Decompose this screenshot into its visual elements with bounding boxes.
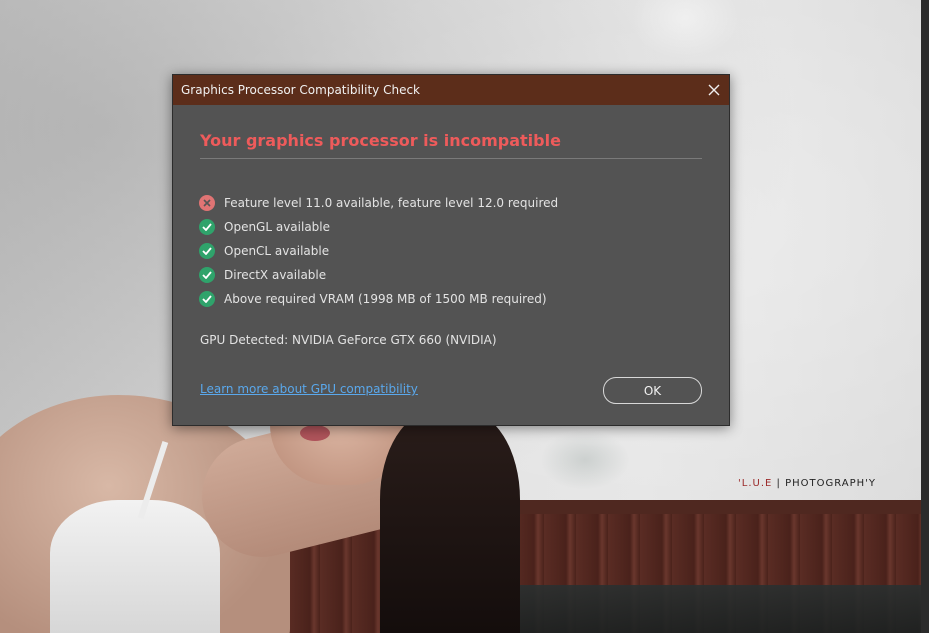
x-circle-icon	[199, 195, 215, 211]
learn-more-link[interactable]: Learn more about GPU compatibility	[200, 382, 418, 396]
person-hair	[380, 410, 520, 633]
check-circle-icon	[199, 219, 215, 235]
feather-decoration	[540, 430, 630, 490]
watermark-text: PHOTOGRAPH'Y	[785, 478, 877, 489]
person-dress	[50, 500, 220, 633]
incompatible-headline: Your graphics processor is incompatible	[200, 131, 561, 150]
watermark-brand: 'L.U.E	[738, 478, 773, 489]
feather-decoration	[630, 0, 740, 60]
check-circle-icon	[199, 243, 215, 259]
check-item-directx: DirectX available	[199, 263, 558, 287]
compatibility-check-list: Feature level 11.0 available, feature le…	[199, 191, 558, 311]
check-label: Feature level 11.0 available, feature le…	[224, 196, 559, 210]
check-item-feature-level: Feature level 11.0 available, feature le…	[199, 191, 558, 215]
check-item-vram: Above required VRAM (1998 MB of 1500 MB …	[199, 287, 558, 311]
window-edge	[921, 0, 929, 633]
check-item-opengl: OpenGL available	[199, 215, 558, 239]
check-item-opencl: OpenCL available	[199, 239, 558, 263]
dialog-title: Graphics Processor Compatibility Check	[181, 83, 420, 97]
check-label: OpenCL available	[224, 244, 330, 258]
ok-button[interactable]: OK	[603, 377, 702, 404]
check-label: OpenGL available	[224, 220, 331, 234]
close-icon	[708, 84, 720, 96]
gpu-detected-text: GPU Detected: NVIDIA GeForce GTX 660 (NV…	[200, 333, 497, 347]
check-circle-icon	[199, 267, 215, 283]
dialog-titlebar[interactable]: Graphics Processor Compatibility Check	[173, 75, 729, 105]
table-surface	[450, 585, 921, 633]
divider	[200, 158, 702, 159]
watermark-separator: |	[776, 478, 781, 489]
check-label: Above required VRAM (1998 MB of 1500 MB …	[224, 292, 547, 306]
photo-watermark: 'L.U.E | PHOTOGRAPH'Y	[738, 478, 876, 489]
check-circle-icon	[199, 291, 215, 307]
gpu-compatibility-dialog: Graphics Processor Compatibility Check Y…	[172, 74, 730, 426]
person-lips	[300, 425, 330, 441]
close-button[interactable]	[699, 75, 729, 105]
check-label: DirectX available	[224, 268, 327, 282]
